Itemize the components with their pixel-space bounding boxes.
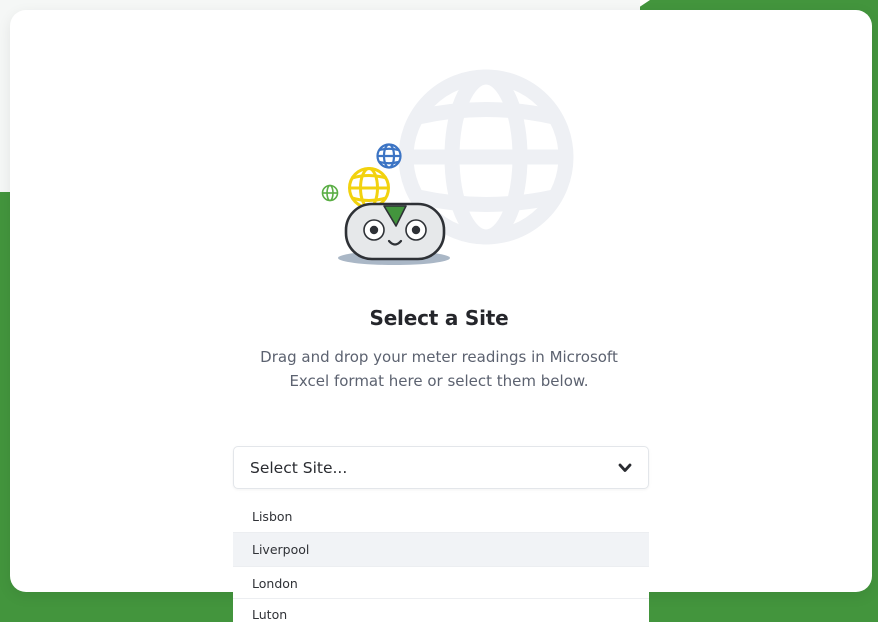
site-option-london[interactable]: London (233, 567, 649, 599)
yellow-globe-icon (348, 167, 390, 209)
blue-globe-icon (376, 143, 402, 169)
site-select-value: Select Site... (250, 459, 348, 477)
mascot-illustration (321, 69, 574, 265)
mascot-icon (344, 202, 446, 261)
chevron-down-icon (618, 463, 632, 472)
subtitle-line-2: Excel format here or select them below. (289, 372, 589, 390)
green-globe-icon (321, 184, 339, 202)
site-dropdown-list: Lisbon Liverpool London Luton (233, 501, 649, 622)
site-option-lisbon[interactable]: Lisbon (233, 501, 649, 533)
page-subtitle: Drag and drop your meter readings in Mic… (0, 345, 878, 393)
site-select[interactable]: Select Site... (233, 446, 649, 489)
site-option-luton[interactable]: Luton (233, 599, 649, 622)
page-title: Select a Site (369, 306, 509, 330)
subtitle-line-1: Drag and drop your meter readings in Mic… (260, 348, 618, 366)
site-option-liverpool[interactable]: Liverpool (233, 533, 649, 567)
